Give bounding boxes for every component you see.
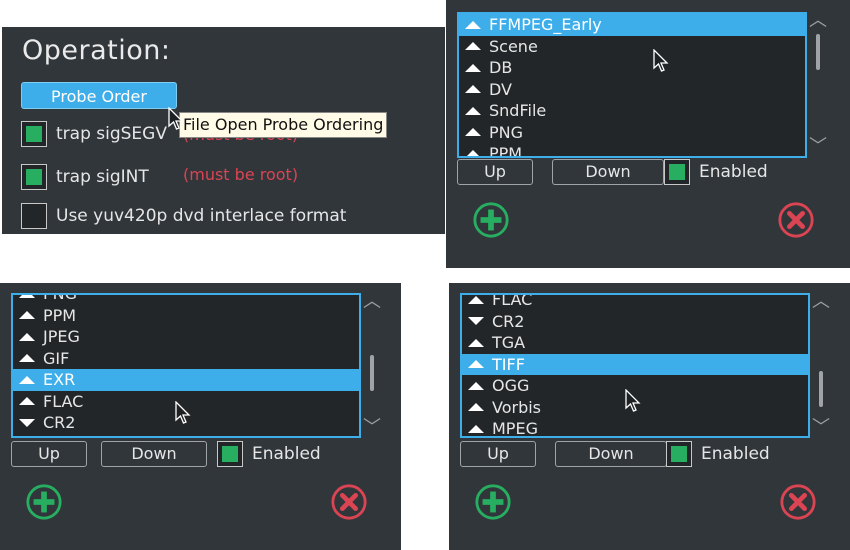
chevron-down-icon[interactable]: ﹀ — [809, 138, 827, 156]
trap-sigint-checkbox[interactable] — [21, 164, 47, 190]
list-item[interactable]: DB — [459, 57, 805, 79]
arrow-up-icon — [468, 338, 484, 347]
enabled-row[interactable]: Enabled — [217, 441, 321, 467]
list-item[interactable]: PPM — [13, 305, 359, 327]
arrow-up-icon — [19, 295, 35, 298]
list-scrollbar[interactable]: ︿ ﹀ — [810, 293, 834, 438]
enabled-row[interactable]: Enabled — [664, 159, 768, 185]
enabled-checkbox[interactable] — [664, 159, 690, 185]
chevron-up-icon[interactable]: ︿ — [812, 293, 830, 311]
probe-listbox-1[interactable]: FFMPEG_Early Scene DB DV SndFile PNG PPM — [457, 12, 807, 158]
remove-icon[interactable] — [779, 483, 817, 521]
enabled-label: Enabled — [699, 162, 768, 182]
up-button[interactable]: Up — [457, 159, 533, 185]
probe-listbox-3[interactable]: FLAC CR2 TGA TIFF OGG Vorbis MPEG — [460, 293, 810, 438]
remove-icon[interactable] — [330, 483, 368, 521]
arrow-up-icon — [465, 149, 481, 156]
remove-icon[interactable] — [777, 201, 815, 239]
arrow-up-icon — [465, 85, 481, 94]
trap-sigsegv-checkbox[interactable] — [21, 121, 47, 147]
down-button[interactable]: Down — [552, 159, 664, 185]
mouse-pointer-icon — [653, 49, 669, 72]
arrow-up-icon — [465, 106, 481, 115]
list-item[interactable]: FFMPEG_Early — [459, 14, 805, 36]
enabled-label: Enabled — [701, 444, 770, 464]
trap-sigint-label: trap sigINT — [56, 167, 149, 187]
probe-list-panel-3: FLAC CR2 TGA TIFF OGG Vorbis MPEG ︿ ﹀ Up… — [449, 283, 850, 550]
operation-title: Operation: — [22, 35, 171, 66]
arrow-up-icon — [465, 42, 481, 51]
enabled-label: Enabled — [252, 444, 321, 464]
yuv420p-label: Use yuv420p dvd interlace format — [56, 206, 347, 226]
list-item[interactable]: PNG — [13, 295, 359, 305]
yuv420p-checkbox[interactable] — [21, 203, 47, 229]
trap-sigsegv-row[interactable]: trap sigSEGV — [21, 120, 167, 148]
list-item[interactable]: CR2 — [462, 311, 808, 333]
list-scrollbar[interactable]: ︿ ﹀ — [361, 293, 385, 438]
trap-sigint-note: (must be root) — [183, 165, 299, 184]
arrow-up-icon — [19, 332, 35, 341]
arrow-up-icon — [468, 424, 484, 433]
arrow-up-icon — [468, 295, 484, 304]
add-icon[interactable] — [25, 483, 63, 521]
arrow-up-icon — [465, 128, 481, 137]
mouse-pointer-icon — [175, 401, 191, 424]
mouse-pointer-icon — [168, 107, 184, 130]
list-item[interactable]: Scene — [459, 36, 805, 58]
trap-sigint-row[interactable]: trap sigINT — [21, 163, 149, 191]
list-item[interactable]: DV — [459, 79, 805, 101]
list-item[interactable]: MPEG — [462, 418, 808, 436]
trap-sigsegv-label: trap sigSEGV — [56, 124, 167, 144]
operation-panel: Operation: Probe Order trap sigSEGV (mus… — [2, 27, 445, 234]
list-item[interactable]: TIFF — [462, 353, 808, 375]
list-item[interactable]: PNG — [459, 122, 805, 144]
arrow-up-icon — [19, 397, 35, 406]
chevron-down-icon[interactable]: ﹀ — [812, 419, 830, 437]
list-item[interactable]: FLAC — [462, 295, 808, 311]
mouse-pointer-icon — [625, 389, 641, 412]
down-button[interactable]: Down — [101, 441, 207, 467]
scrollbar-thumb[interactable] — [370, 355, 374, 391]
arrow-up-icon — [468, 381, 484, 390]
list-item[interactable]: GIF — [13, 348, 359, 370]
arrow-down-icon — [19, 418, 35, 427]
arrow-up-icon — [468, 403, 484, 412]
list-item[interactable]: JPEG — [13, 326, 359, 348]
chevron-up-icon[interactable]: ︿ — [363, 293, 381, 311]
list-item[interactable]: EXR — [13, 369, 359, 391]
arrow-up-icon — [465, 20, 481, 29]
probe-list-panel-2: PNG PPM JPEG GIF EXR FLAC CR2 ︿ ﹀ Up Dow… — [0, 283, 401, 550]
yuv420p-row[interactable]: Use yuv420p dvd interlace format — [21, 202, 346, 230]
list-item[interactable]: SndFile — [459, 100, 805, 122]
scrollbar-thumb[interactable] — [816, 34, 820, 70]
enabled-checkbox[interactable] — [217, 441, 243, 467]
chevron-down-icon[interactable]: ﹀ — [363, 419, 381, 437]
arrow-up-icon — [19, 375, 35, 384]
arrow-up-icon — [19, 311, 35, 320]
chevron-up-icon[interactable]: ︿ — [809, 12, 827, 30]
probe-order-button[interactable]: Probe Order — [21, 82, 177, 109]
enabled-row[interactable]: Enabled — [666, 441, 770, 467]
list-item[interactable]: TGA — [462, 332, 808, 354]
arrow-up-icon — [19, 354, 35, 363]
probe-list-panel-1: FFMPEG_Early Scene DB DV SndFile PNG PPM… — [446, 0, 850, 268]
up-button[interactable]: Up — [11, 441, 87, 467]
up-button[interactable]: Up — [460, 441, 536, 467]
add-icon[interactable] — [474, 483, 512, 521]
down-button[interactable]: Down — [555, 441, 667, 467]
list-scrollbar[interactable]: ︿ ﹀ — [807, 12, 831, 158]
arrow-up-icon — [465, 63, 481, 72]
probe-order-tooltip: File Open Probe Ordering — [179, 112, 388, 138]
scrollbar-thumb[interactable] — [819, 371, 823, 407]
arrow-down-icon — [468, 317, 484, 326]
add-icon[interactable] — [472, 201, 510, 239]
enabled-checkbox[interactable] — [666, 441, 692, 467]
list-item[interactable]: PPM — [459, 143, 805, 156]
arrow-up-icon — [468, 360, 484, 369]
